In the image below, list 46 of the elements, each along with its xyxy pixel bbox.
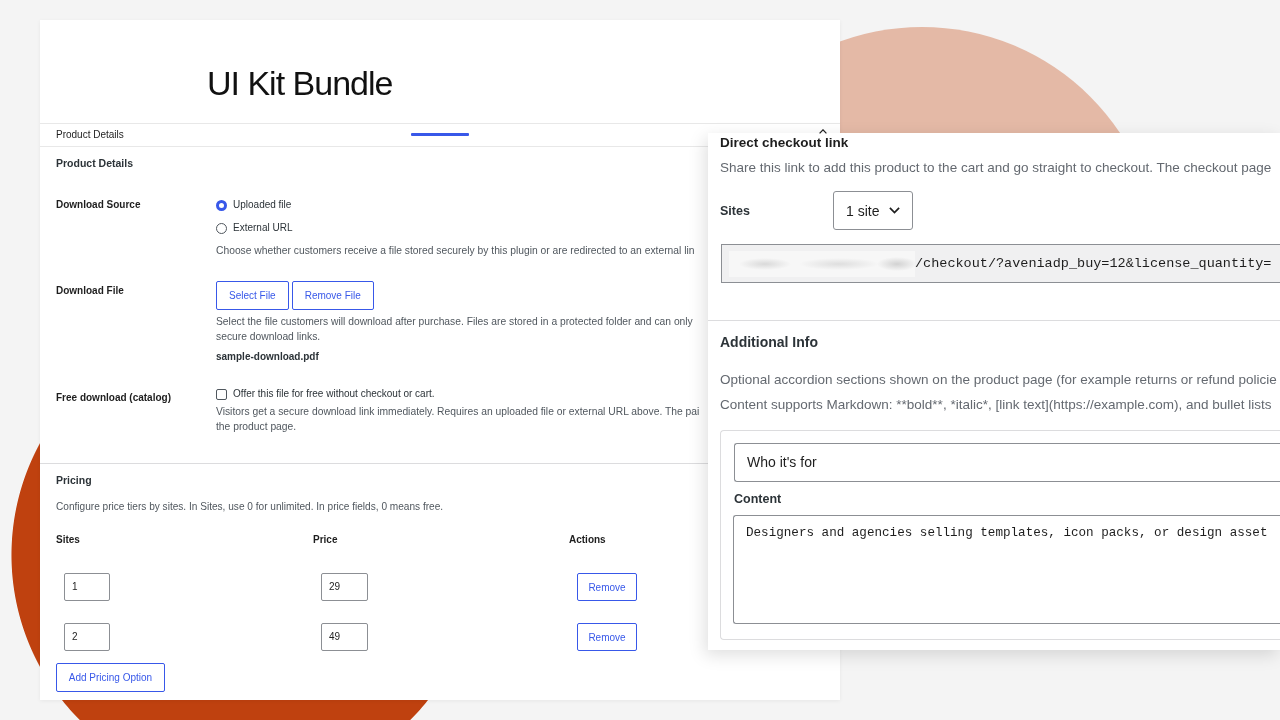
sites-input[interactable]: 2 [64, 623, 110, 651]
field-label: Sites [720, 202, 750, 219]
chevron-down-icon [889, 207, 900, 214]
sites-select[interactable]: 1 site [833, 191, 913, 230]
field-label: Download File [56, 284, 124, 298]
sites-input[interactable]: 1 [64, 573, 110, 601]
help-text: Visitors get a secure download link immediately. Requires an uploaded file or external URL above. The pai [216, 405, 700, 419]
help-text: the product page. [216, 420, 297, 434]
radio-option[interactable]: External URL [216, 221, 293, 235]
field-label: Free download (catalog) [56, 391, 171, 405]
description-text: Optional accordion sections shown on the product page (for example returns or refund policie [720, 372, 1277, 388]
section-title: Product Details [56, 156, 134, 170]
section-title: Pricing [56, 473, 92, 487]
column-header: Sites [56, 533, 80, 547]
add-pricing-option-button[interactable]: Add Pricing Option [56, 663, 165, 692]
remove-file-button[interactable]: Remove File [291, 281, 374, 310]
section-title-field[interactable]: Who it's for [734, 443, 1280, 482]
remove-button[interactable]: Remove [577, 623, 637, 651]
help-text: secure download links. [216, 330, 321, 344]
help-text: Select the file customers will download after purchase. Files are stored in a protected folder and can only [216, 315, 693, 329]
chevron-up-icon [819, 129, 827, 134]
column-header: Price [313, 533, 338, 547]
help-text: Choose whether customers receive a file stored securely by this plugin or are redirected to an external lin [216, 244, 695, 258]
field-label: Content [734, 492, 782, 506]
page-title: UI Kit Bundle [207, 63, 393, 103]
description-text: Share this link to add this product to the cart and go straight to checkout. The checkout page [720, 160, 1272, 176]
description-text: Content supports Markdown: **bold**, *italic*, [link text](https://example.com), and bullet lists [720, 397, 1272, 413]
checkout-link-field[interactable]: /checkout/?aveniadp_buy=12&license_quantity= [721, 244, 1280, 283]
radio-option[interactable]: Uploaded file [216, 198, 292, 212]
content-textarea[interactable]: Designers and agencies selling templates, icon packs, or design asset [733, 515, 1280, 624]
radio-button[interactable] [216, 199, 227, 211]
select-file-button[interactable]: Select File [216, 281, 289, 310]
price-input[interactable]: 49 [321, 623, 368, 651]
section-title: Additional Info [720, 334, 818, 350]
help-text: Configure price tiers by sites. In Sites, use 0 for unlimited. In price fields, 0 means free. [56, 500, 444, 514]
file-name: sample-download.pdf [216, 350, 319, 364]
checkbox-option[interactable]: Offer this file for free without checkout or cart. [216, 387, 435, 401]
remove-button[interactable]: Remove [577, 573, 637, 601]
tab-indicator [411, 132, 469, 136]
tab[interactable]: Product Details [56, 128, 124, 142]
column-header: Actions [569, 533, 606, 547]
field-label: Download Source [56, 198, 141, 212]
radio-button[interactable] [216, 222, 227, 234]
price-input[interactable]: 29 [321, 573, 368, 601]
panel-title: Direct checkout link [720, 135, 849, 151]
checkbox[interactable] [216, 388, 227, 400]
